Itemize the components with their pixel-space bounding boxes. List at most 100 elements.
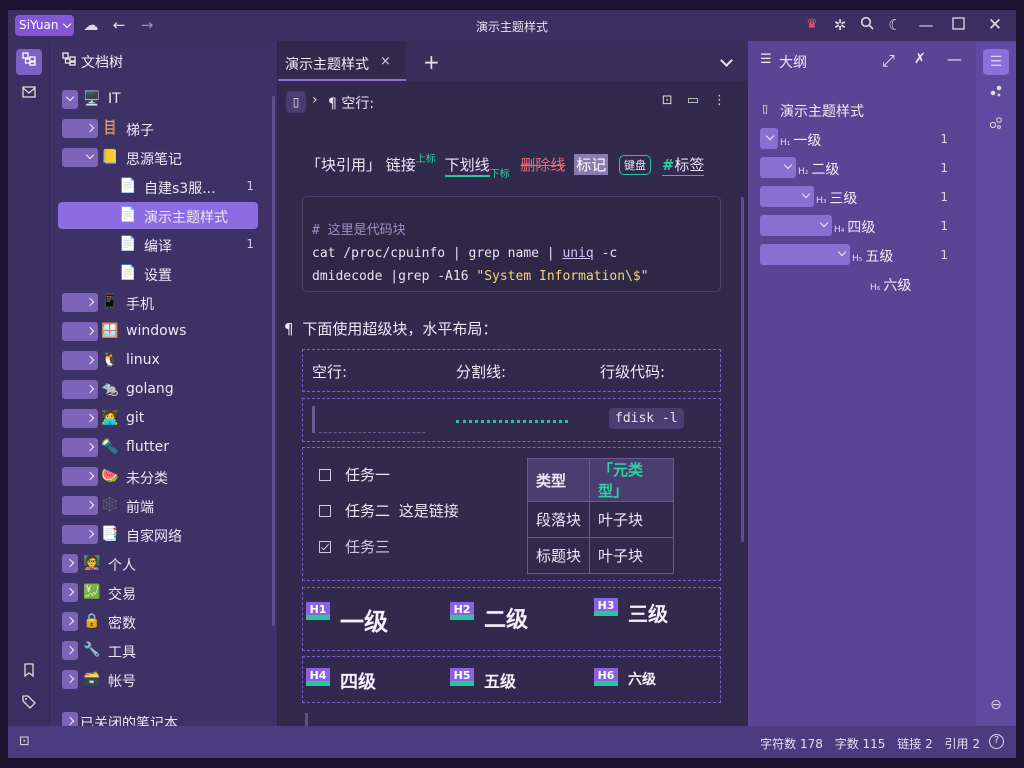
outline-doc[interactable]: ▯ 演示主题样式 (760, 98, 960, 122)
unlock-icon[interactable]: ⊡ (662, 93, 673, 108)
tree-item[interactable]: 📑 自家网络 (58, 521, 258, 548)
toggle-button[interactable] (62, 322, 98, 341)
close-icon[interactable]: ✕ (986, 16, 1004, 34)
outline-item[interactable]: H₁ 一级 1 (760, 127, 960, 151)
tree-item[interactable]: 🐀 golang (58, 376, 258, 403)
tree-item[interactable]: 🪟 windows (58, 318, 258, 345)
outline-toggle[interactable] (760, 215, 832, 236)
backlink-icon[interactable]: ⊖ (983, 692, 1009, 718)
task-link[interactable]: 这是链接 (399, 502, 459, 520)
toggle-button[interactable] (62, 554, 78, 573)
toggle-button[interactable] (62, 583, 78, 602)
toggle-button[interactable] (62, 612, 78, 631)
document-icon[interactable]: ▯ (286, 91, 306, 113)
outline-toggle[interactable] (760, 128, 778, 149)
table-header-cell[interactable]: 「元类型」 (589, 458, 675, 502)
tree-item[interactable]: 🕸️ 前端 (58, 492, 258, 519)
maximize-icon[interactable] (949, 16, 967, 34)
collapse-icon[interactable]: ✗ (914, 51, 926, 67)
tree-item[interactable]: 💹 交易 (58, 579, 258, 606)
tree-item[interactable]: 🔧 工具 (58, 637, 258, 664)
tree-item[interactable]: 📱 手机 (58, 289, 258, 316)
table-cell[interactable]: 标题块 (526, 537, 591, 574)
toggle-button[interactable] (62, 351, 98, 370)
tree-item[interactable]: 🔦 flutter (58, 434, 258, 461)
help-icon[interactable]: ? (989, 734, 1004, 749)
more-icon[interactable]: ⋮ (713, 93, 726, 108)
task-item[interactable]: 任务一 (319, 464, 390, 485)
outline-item[interactable]: H₆ 六级 (760, 272, 960, 296)
toggle-button[interactable] (62, 467, 98, 486)
tree-item[interactable]: 📄 设置 (58, 260, 258, 287)
search-icon[interactable] (858, 16, 876, 34)
code-block[interactable]: # 这里是代码块 cat /proc/cpuinfo | grep name |… (302, 196, 721, 292)
item-icon: 📱 (101, 294, 119, 310)
divider-line (456, 420, 568, 423)
document-info-icon[interactable]: ▭ (687, 93, 699, 108)
outline-item[interactable]: H₂ 二级 1 (760, 156, 960, 180)
inline-link[interactable]: 链接 (386, 154, 416, 175)
tree-item[interactable]: 📒 思源笔记 (58, 144, 258, 171)
tab-close-icon[interactable]: × (380, 54, 391, 69)
new-tab-button[interactable]: + (423, 50, 440, 74)
global-graph-icon[interactable] (983, 113, 1009, 139)
table-header-cell[interactable]: 类型 (526, 458, 591, 502)
tree-item[interactable]: 🪜 梯子 (58, 115, 258, 142)
graph-icon[interactable] (983, 81, 1009, 107)
tree-item[interactable]: 🗃️ 帐号 (58, 666, 258, 693)
outline-dock-icon[interactable]: ☰ (983, 49, 1009, 75)
tree-item[interactable]: 🔒 密数 (58, 608, 258, 635)
plugin-icon[interactable]: ✲ (831, 16, 849, 34)
table-cell[interactable]: 叶子块 (589, 501, 675, 538)
tree-item[interactable]: 🖥️ IT (58, 86, 258, 113)
toggle-button[interactable] (62, 496, 98, 515)
outline-item[interactable]: H₅ 五级 1 (760, 243, 960, 267)
toggle-button[interactable] (62, 438, 98, 457)
toggle-button[interactable] (62, 90, 78, 109)
outline-toggle[interactable] (760, 186, 814, 207)
toggle-button[interactable] (62, 670, 78, 689)
tree-item[interactable]: 📄 编译 1 (58, 231, 258, 258)
table-cell[interactable]: 段落块 (526, 501, 591, 538)
tab-list-chevron-icon[interactable] (720, 54, 733, 67)
dark-mode-icon[interactable]: ☾ (886, 16, 904, 34)
checkbox-checked[interactable] (319, 541, 331, 553)
toggle-button[interactable] (62, 641, 78, 660)
filetree-scrollbar[interactable] (272, 96, 275, 626)
toggle-button[interactable] (62, 293, 98, 312)
outline-item[interactable]: H₄ 四级 1 (760, 214, 960, 238)
tree-item[interactable]: 🐧 linux (58, 347, 258, 374)
tag-icon[interactable] (16, 692, 42, 718)
chevron-right-icon (65, 716, 75, 726)
tree-item[interactable]: 🧑‍💻 git (58, 405, 258, 432)
toggle-button[interactable] (62, 119, 98, 138)
tree-item[interactable]: 📄 自建s3服... 1 (58, 173, 258, 200)
task-item[interactable]: 任务三 (319, 536, 390, 557)
toggle-button[interactable] (62, 525, 98, 544)
toggle-button[interactable] (62, 409, 98, 428)
breadcrumb-block[interactable]: ¶ 空行: (328, 93, 374, 113)
tab-demo-theme[interactable]: 演示主题样式 × (278, 41, 406, 81)
inline-tag[interactable]: #标签 (661, 154, 705, 176)
tree-item[interactable]: 🧑‍🏫 个人 (58, 550, 258, 577)
task-item[interactable]: 任务二 这是链接 (319, 500, 459, 521)
crown-icon[interactable]: ♛ (803, 16, 821, 34)
outline-toggle[interactable] (760, 244, 850, 265)
checkbox[interactable] (319, 505, 331, 517)
expand-icon[interactable]: ⤢ (882, 51, 895, 71)
tree-item[interactable]: 📄 演示主题样式 (58, 202, 258, 229)
inbox-icon[interactable] (16, 81, 42, 107)
toggle-button[interactable] (62, 148, 98, 167)
filetree-icon[interactable] (16, 49, 42, 75)
minimize-panel-icon[interactable]: — (947, 50, 962, 68)
toggle-button[interactable] (62, 380, 98, 399)
outline-item[interactable]: H₃ 三级 1 (760, 185, 960, 209)
outline-toggle[interactable] (760, 157, 796, 178)
dock-toggle-icon[interactable]: ⊡ (19, 734, 30, 749)
editor-scrollbar[interactable] (741, 197, 744, 542)
tree-item[interactable]: 🍉 未分类 (58, 463, 258, 490)
table-cell[interactable]: 叶子块 (589, 537, 675, 574)
checkbox[interactable] (319, 469, 331, 481)
minimize-icon[interactable]: — (917, 16, 935, 34)
bookmark-icon[interactable] (16, 660, 42, 686)
